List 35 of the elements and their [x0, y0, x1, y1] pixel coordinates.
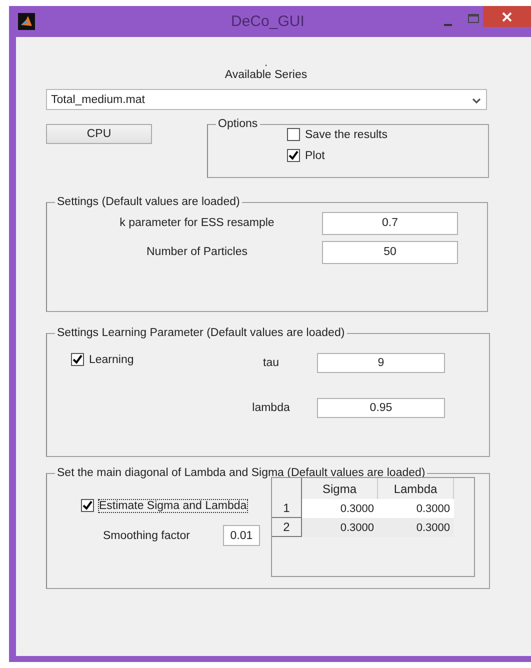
- checkbox-option[interactable]: Save the results: [287, 128, 488, 141]
- maximize-icon[interactable]: [468, 14, 479, 24]
- table-cell[interactable]: 0.3000: [302, 499, 378, 518]
- check-icon: [82, 500, 93, 511]
- cpu-button[interactable]: CPU: [46, 124, 152, 144]
- series-dropdown[interactable]: Total_medium.mat: [46, 89, 487, 110]
- checkbox-option[interactable]: Plot: [287, 149, 488, 162]
- dot-text: .: [263, 59, 269, 67]
- table-cell[interactable]: 0.3000: [378, 518, 454, 537]
- input-field[interactable]: 9: [317, 353, 445, 373]
- chevron-down-icon: [472, 98, 481, 104]
- input-field[interactable]: 0.7: [322, 212, 458, 234]
- check-icon: [72, 354, 83, 365]
- window-title: DeCo_GUI: [231, 13, 304, 30]
- estimate-checkbox[interactable]: Estimate Sigma and Lambda: [81, 499, 271, 512]
- app-icon: [18, 13, 35, 30]
- panel-title: Settings Learning Parameter (Default values are loaded): [56, 327, 346, 339]
- close-button[interactable]: [483, 6, 531, 27]
- close-icon: [502, 12, 512, 22]
- learning-checkbox[interactable]: Learning: [71, 353, 221, 366]
- input-field[interactable]: 0.01: [222, 525, 260, 546]
- panel-title: Options: [217, 118, 259, 130]
- panel-title: Settings (Default values are loaded): [56, 196, 241, 208]
- input-field[interactable]: 50: [322, 240, 458, 264]
- field-label: Smoothing factor: [103, 530, 190, 542]
- check-icon: [288, 150, 299, 161]
- table-cell[interactable]: 0.3000: [302, 518, 378, 537]
- panel-title: Set the main diagonal of Lambda and Sigma (Default values are loaded): [56, 467, 426, 479]
- field-label: lambda: [251, 402, 291, 414]
- input-field[interactable]: 0.95: [317, 398, 445, 418]
- field-label: k parameter for ESS resample: [118, 217, 276, 229]
- field-label: Number of Particles: [146, 246, 248, 258]
- field-label: tau: [262, 357, 280, 369]
- table-cell[interactable]: 0.3000: [378, 499, 454, 518]
- series-label: Available Series: [224, 69, 308, 81]
